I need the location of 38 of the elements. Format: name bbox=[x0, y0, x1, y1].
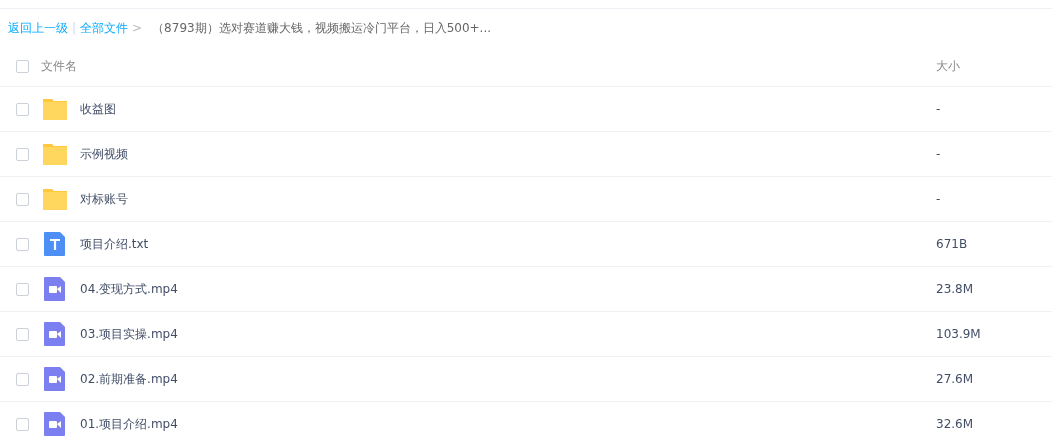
folder-icon bbox=[42, 141, 68, 167]
checkbox[interactable] bbox=[16, 102, 29, 116]
folder-icon bbox=[42, 96, 68, 122]
checkbox[interactable] bbox=[16, 327, 29, 341]
column-header[interactable]: 文件名 bbox=[41, 58, 936, 75]
column-header[interactable]: 大小 bbox=[936, 58, 1052, 75]
file-size: - bbox=[936, 192, 942, 206]
checkbox[interactable] bbox=[16, 372, 29, 386]
checkbox[interactable] bbox=[16, 192, 29, 206]
checkbox[interactable] bbox=[16, 147, 29, 161]
folder-icon bbox=[42, 186, 68, 212]
file-name[interactable]: 04.变现方式.mp4 bbox=[80, 280, 936, 298]
checkbox[interactable] bbox=[16, 60, 29, 73]
video-file-icon bbox=[42, 366, 68, 392]
checkbox[interactable] bbox=[16, 417, 29, 431]
separator: | bbox=[72, 21, 77, 35]
video-file-icon bbox=[42, 411, 68, 437]
file-name[interactable]: 项目介绍.txt bbox=[80, 235, 936, 253]
file-size: 671B bbox=[936, 237, 969, 251]
current-folder-path: （8793期）选对赛道赚大钱，视频搬运冷门平台，日入500+... bbox=[152, 19, 492, 37]
file-name[interactable]: 示例视频 bbox=[80, 145, 936, 163]
file-name[interactable]: 02.前期准备.mp4 bbox=[80, 370, 936, 388]
file-size: - bbox=[936, 147, 942, 161]
file-name[interactable]: 01.项目介绍.mp4 bbox=[80, 415, 936, 433]
file-name[interactable]: 对标账号 bbox=[80, 190, 936, 208]
file-size: 103.9M bbox=[936, 327, 982, 341]
video-file-icon bbox=[42, 321, 68, 347]
file-name[interactable]: 03.项目实操.mp4 bbox=[80, 325, 936, 343]
file-size: 23.8M bbox=[936, 282, 975, 296]
checkbox[interactable] bbox=[16, 237, 29, 251]
checkbox[interactable] bbox=[16, 282, 29, 296]
file-size: 32.6M bbox=[936, 417, 975, 431]
breadcrumb-arrow: > bbox=[132, 21, 143, 35]
file-size: 27.6M bbox=[936, 372, 975, 386]
video-file-icon bbox=[42, 276, 68, 302]
file-name[interactable]: 收益图 bbox=[80, 100, 936, 118]
file-size: - bbox=[936, 102, 942, 116]
text-file-icon bbox=[42, 231, 68, 257]
